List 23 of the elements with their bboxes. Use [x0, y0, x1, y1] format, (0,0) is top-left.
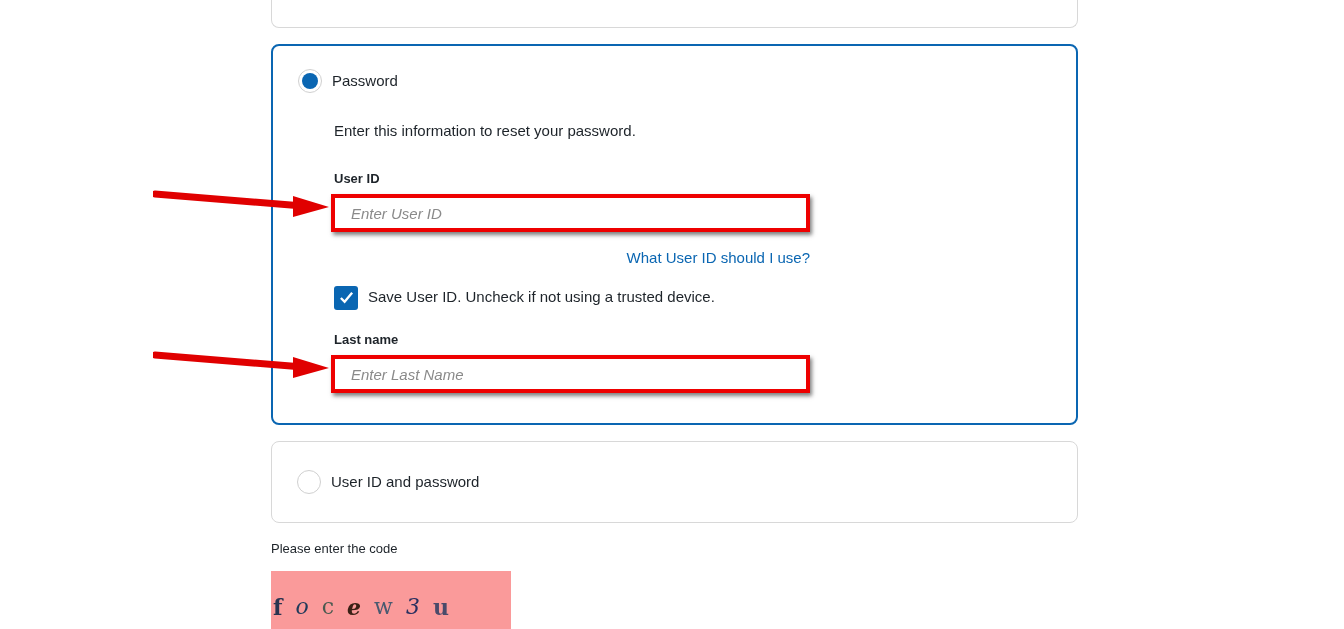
input-field[interactable]: Enter User ID — [331, 194, 810, 232]
captcha-character: e — [347, 595, 362, 618]
check-icon — [338, 290, 354, 305]
instruction-text: Enter this information to reset your password. — [334, 121, 637, 141]
option-label: Password — [332, 70, 398, 91]
input-field[interactable]: Enter Last Name — [331, 355, 810, 393]
checkbox-label: Save User ID. Uncheck if not using a trusted device. — [368, 287, 715, 308]
captcha-character: o — [295, 595, 309, 618]
radio-button[interactable] — [298, 69, 322, 93]
captcha-label: Please enter the code — [271, 540, 399, 558]
radio-button[interactable] — [297, 470, 321, 494]
captcha-character: c — [321, 595, 335, 618]
help-link[interactable]: What User ID should I use? — [626, 247, 810, 270]
captcha-character: u — [432, 595, 449, 618]
field-label: Last name — [334, 330, 400, 349]
arrow-icon — [153, 349, 329, 379]
captcha-character: w — [374, 595, 393, 618]
option-label: User ID and password — [331, 471, 480, 492]
captcha-character: 3 — [405, 595, 420, 618]
field-label: User ID — [334, 169, 381, 188]
arrow-icon — [153, 188, 329, 218]
captcha-character: f — [273, 595, 283, 618]
checkbox[interactable] — [334, 285, 358, 310]
